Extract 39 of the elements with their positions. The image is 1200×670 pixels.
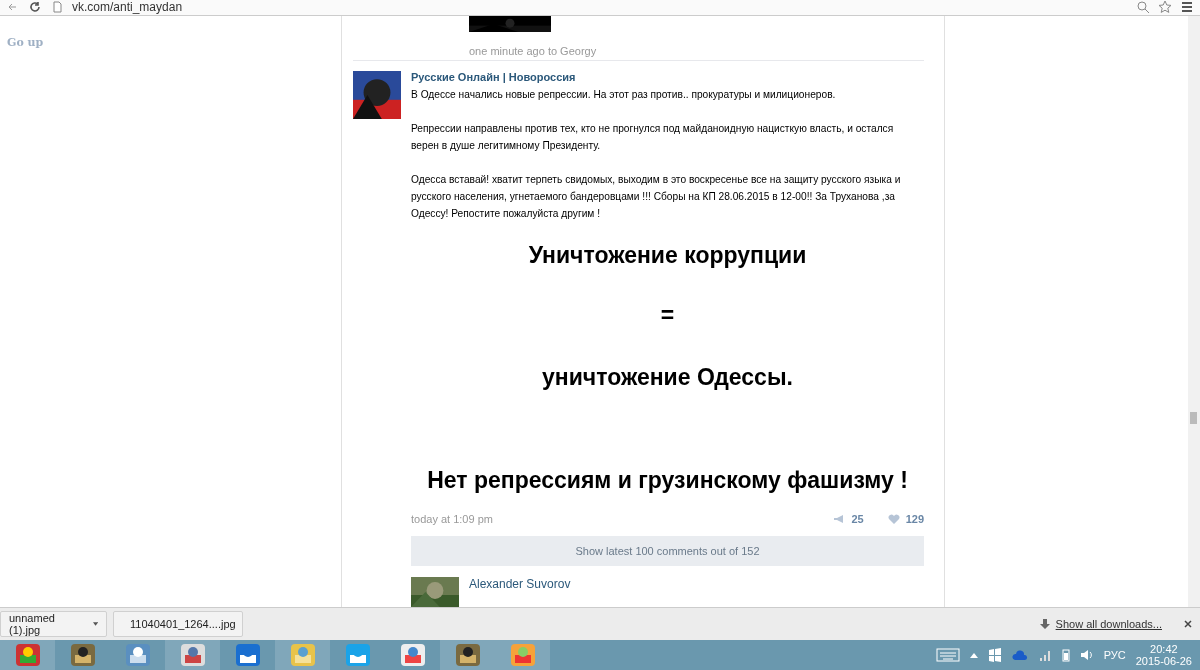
image-text: = (660, 301, 675, 331)
show-comments-button[interactable]: Show latest 100 comments out of 152 (411, 536, 924, 567)
file-name: unnamed (1).jpg (9, 612, 56, 637)
scrollbar-thumb[interactable] (1190, 411, 1197, 424)
comment-author[interactable]: Alexander Suvorov (469, 577, 571, 605)
zoom-icon[interactable] (1136, 0, 1150, 15)
taskbar-app-icon[interactable] (0, 640, 55, 670)
keyboard-icon[interactable] (935, 648, 960, 662)
reload-icon[interactable] (28, 0, 42, 15)
download-icon (1039, 619, 1050, 630)
taskbar-app-icon[interactable] (165, 640, 220, 670)
show-all-downloads-link[interactable]: Show all downloads... (1055, 618, 1162, 631)
battery-icon[interactable] (1061, 648, 1070, 662)
repost-count[interactable]: 25 (851, 513, 864, 526)
menu-icon[interactable] (1180, 0, 1194, 15)
like-count[interactable]: 129 (905, 513, 924, 526)
post-text: В Одессе начались новые репрессии. На этот раз против.. прокуратуры и милиционеров. (411, 88, 837, 103)
post-time: today at 1:09 pm (411, 513, 493, 526)
star-icon[interactable] (1158, 0, 1172, 15)
taskbar-app-icon[interactable] (440, 640, 495, 670)
close-icon[interactable] (1184, 620, 1192, 629)
image-text: Уничтожение коррупции (528, 241, 807, 271)
post-caption: one minute ago to Georgy (469, 44, 598, 57)
post-text: Репрессии направлены против тех, кто не прогнулся под майданоидную нацисткую власть, и остался верен в душе легитимному Президенту. (411, 122, 895, 154)
flag-icon[interactable] (987, 648, 1002, 662)
speaker-icon[interactable] (1079, 648, 1094, 662)
author-link[interactable]: Русские Онлайн | Новороссия (411, 71, 924, 84)
heart-icon[interactable] (887, 514, 900, 525)
cloud-icon[interactable] (1011, 650, 1028, 660)
caret-icon[interactable] (969, 652, 978, 658)
file-name: 11040401_1264....jpg (130, 618, 236, 631)
download-item[interactable]: unnamed (1).jpg (0, 611, 107, 638)
download-item[interactable]: 11040401_1264....jpg (113, 611, 243, 638)
post-text: Одесса вставай! хватит терпеть свидомых, выходим в это воскресенье все на защиту русского языка и русского населения, угнетаемого бандеровцами !!! Сборы на КП 28.06.2015 в 12-00!! За Труханова ,за Одессу! Репостите пожалуйста другим ! (411, 173, 902, 222)
megaphone-icon[interactable] (833, 514, 846, 525)
caret-icon (92, 622, 98, 627)
image-text: уничтожение Одессы. (542, 363, 793, 393)
image-text: Нет репрессиям и грузинскому фашизму ! (427, 466, 908, 496)
signal-icon[interactable] (1037, 648, 1052, 662)
